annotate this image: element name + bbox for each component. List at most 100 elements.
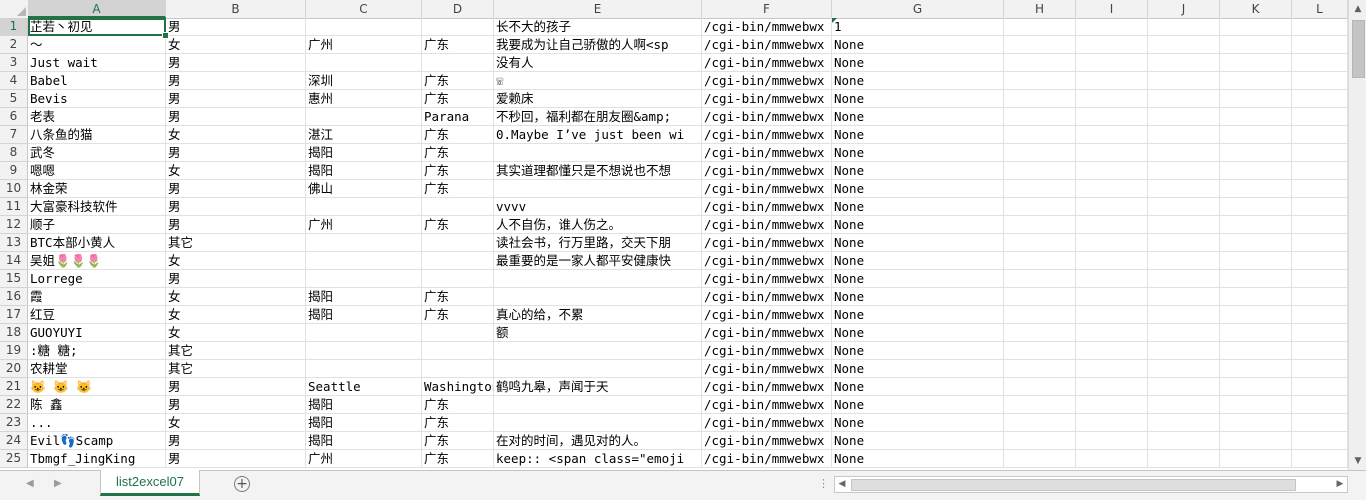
cell-h15[interactable] [1004, 270, 1076, 288]
cell-e4[interactable]: ☏ [494, 72, 702, 90]
cell-d5[interactable]: 广东 [422, 90, 494, 108]
cell-i3[interactable] [1076, 54, 1148, 72]
cell-d22[interactable]: 广东 [422, 396, 494, 414]
row-header-12[interactable]: 12 [0, 216, 28, 234]
cell-f8[interactable]: /cgi-bin/mmwebwx [702, 144, 832, 162]
cell-i6[interactable] [1076, 108, 1148, 126]
cell-e10[interactable] [494, 180, 702, 198]
cell-b3[interactable]: 男 [166, 54, 306, 72]
cell-d18[interactable] [422, 324, 494, 342]
cell-i16[interactable] [1076, 288, 1148, 306]
column-header-a[interactable]: A [28, 0, 166, 18]
column-header-k[interactable]: K [1220, 0, 1292, 18]
cell-l24[interactable] [1292, 432, 1348, 450]
cell-f4[interactable]: /cgi-bin/mmwebwx [702, 72, 832, 90]
cell-b25[interactable]: 男 [166, 450, 306, 468]
cell-d1[interactable] [422, 18, 494, 36]
cell-g12[interactable]: None [832, 216, 1004, 234]
cell-e11[interactable]: vvvv [494, 198, 702, 216]
cell-l5[interactable] [1292, 90, 1348, 108]
cell-k1[interactable] [1220, 18, 1292, 36]
cell-h13[interactable] [1004, 234, 1076, 252]
cell-d23[interactable]: 广东 [422, 414, 494, 432]
cell-a7[interactable]: 八条鱼的猫 [28, 126, 166, 144]
cell-a2[interactable]: ～ [28, 36, 166, 54]
cell-c11[interactable] [306, 198, 422, 216]
cell-f9[interactable]: /cgi-bin/mmwebwx [702, 162, 832, 180]
cell-f1[interactable]: /cgi-bin/mmwebwx [702, 18, 832, 36]
cell-h24[interactable] [1004, 432, 1076, 450]
cell-d24[interactable]: 广东 [422, 432, 494, 450]
cell-e23[interactable] [494, 414, 702, 432]
cell-b13[interactable]: 其它 [166, 234, 306, 252]
column-header-g[interactable]: G [832, 0, 1004, 18]
cell-a13[interactable]: BTC本部小黄人 [28, 234, 166, 252]
column-header-c[interactable]: C [306, 0, 422, 18]
cell-f19[interactable]: /cgi-bin/mmwebwx [702, 342, 832, 360]
cell-h2[interactable] [1004, 36, 1076, 54]
cell-f6[interactable]: /cgi-bin/mmwebwx [702, 108, 832, 126]
cell-l4[interactable] [1292, 72, 1348, 90]
cell-b21[interactable]: 男 [166, 378, 306, 396]
cell-c7[interactable]: 湛江 [306, 126, 422, 144]
cell-f20[interactable]: /cgi-bin/mmwebwx [702, 360, 832, 378]
sheet-tab-list2excel07[interactable]: list2excel07 [100, 470, 200, 496]
column-header-i[interactable]: I [1076, 0, 1148, 18]
cell-c4[interactable]: 深圳 [306, 72, 422, 90]
cell-a3[interactable]: Just wait [28, 54, 166, 72]
cell-l2[interactable] [1292, 36, 1348, 54]
cell-k13[interactable] [1220, 234, 1292, 252]
cell-h7[interactable] [1004, 126, 1076, 144]
cell-j1[interactable] [1148, 18, 1220, 36]
cell-g19[interactable]: None [832, 342, 1004, 360]
column-header-h[interactable]: H [1004, 0, 1076, 18]
cell-h6[interactable] [1004, 108, 1076, 126]
cell-k2[interactable] [1220, 36, 1292, 54]
row-header-7[interactable]: 7 [0, 126, 28, 144]
row-header-2[interactable]: 2 [0, 36, 28, 54]
cell-j16[interactable] [1148, 288, 1220, 306]
cell-b17[interactable]: 女 [166, 306, 306, 324]
cell-d11[interactable] [422, 198, 494, 216]
cell-i13[interactable] [1076, 234, 1148, 252]
cell-d8[interactable]: 广东 [422, 144, 494, 162]
cell-i12[interactable] [1076, 216, 1148, 234]
cell-l8[interactable] [1292, 144, 1348, 162]
cell-c20[interactable] [306, 360, 422, 378]
cell-k6[interactable] [1220, 108, 1292, 126]
cell-f25[interactable]: /cgi-bin/mmwebwx [702, 450, 832, 468]
add-sheet-icon[interactable]: + [234, 476, 250, 492]
cell-b14[interactable]: 女 [166, 252, 306, 270]
cell-g10[interactable]: None [832, 180, 1004, 198]
cell-l3[interactable] [1292, 54, 1348, 72]
cell-i14[interactable] [1076, 252, 1148, 270]
cell-a23[interactable]: ... [28, 414, 166, 432]
cell-f24[interactable]: /cgi-bin/mmwebwx [702, 432, 832, 450]
cell-c13[interactable] [306, 234, 422, 252]
cell-a19[interactable]: :糖 糖; [28, 342, 166, 360]
row-header-19[interactable]: 19 [0, 342, 28, 360]
cell-j8[interactable] [1148, 144, 1220, 162]
cell-g11[interactable]: None [832, 198, 1004, 216]
cell-g18[interactable]: None [832, 324, 1004, 342]
cell-f2[interactable]: /cgi-bin/mmwebwx [702, 36, 832, 54]
row-header-16[interactable]: 16 [0, 288, 28, 306]
cell-f13[interactable]: /cgi-bin/mmwebwx [702, 234, 832, 252]
cell-c24[interactable]: 揭阳 [306, 432, 422, 450]
vertical-scrollbar[interactable]: ▲ ▼ [1348, 0, 1366, 470]
cell-d13[interactable] [422, 234, 494, 252]
cell-d20[interactable] [422, 360, 494, 378]
cell-c14[interactable] [306, 252, 422, 270]
cell-f18[interactable]: /cgi-bin/mmwebwx [702, 324, 832, 342]
cell-j14[interactable] [1148, 252, 1220, 270]
cell-k9[interactable] [1220, 162, 1292, 180]
column-header-d[interactable]: D [422, 0, 494, 18]
column-header-e[interactable]: E [494, 0, 702, 18]
row-header-6[interactable]: 6 [0, 108, 28, 126]
cell-j18[interactable] [1148, 324, 1220, 342]
cell-k15[interactable] [1220, 270, 1292, 288]
cell-d10[interactable]: 广东 [422, 180, 494, 198]
row-header-14[interactable]: 14 [0, 252, 28, 270]
cell-f11[interactable]: /cgi-bin/mmwebwx [702, 198, 832, 216]
cell-b2[interactable]: 女 [166, 36, 306, 54]
